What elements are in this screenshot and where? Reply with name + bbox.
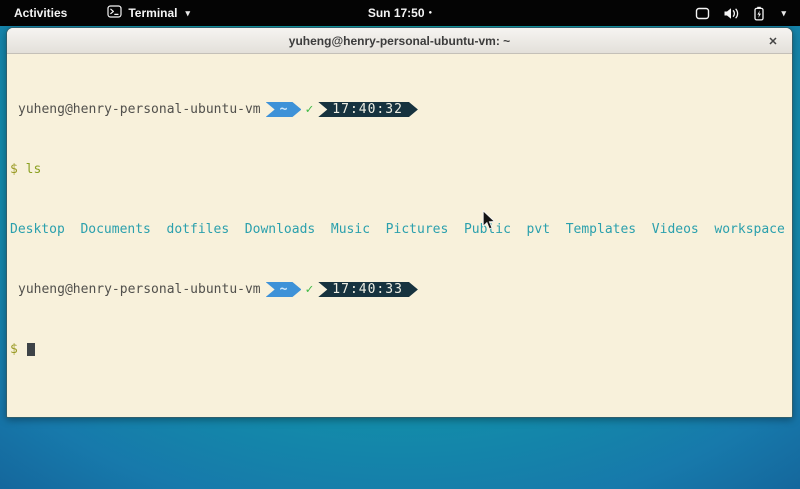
prompt-cwd-segment: ~: [266, 282, 302, 297]
ls-output: Desktop Documents dotfiles Downloads Mus…: [10, 222, 790, 237]
prompt-line: yuheng@henry-personal-ubuntu-vm ~ ✓ 17:4…: [10, 102, 790, 117]
chevron-down-icon: ▾: [781, 8, 786, 19]
prompt-userhost: yuheng@henry-personal-ubuntu-vm: [18, 282, 261, 297]
close-button[interactable]: ✕: [764, 28, 782, 54]
app-menu-button[interactable]: Terminal ▾: [107, 0, 190, 26]
top-bar-left: Activities Terminal ▾: [0, 0, 190, 26]
volume-icon: [723, 7, 739, 20]
text-cursor: [27, 343, 35, 356]
typed-command: ls: [26, 162, 42, 177]
prompt-symbol: $: [10, 162, 18, 177]
desktop: { "topbar": { "activities_label": "Activ…: [0, 0, 800, 489]
prompt-time-segment: 17:40:32: [318, 102, 418, 117]
terminal-content[interactable]: yuheng@henry-personal-ubuntu-vm ~ ✓ 17:4…: [7, 54, 792, 418]
check-icon: ✓: [305, 282, 313, 297]
notification-dot-icon: ●: [429, 10, 433, 16]
display-icon: [695, 7, 710, 20]
top-bar: Activities Terminal ▾ Sun 17:50 ●: [0, 0, 800, 26]
window-titlebar[interactable]: yuheng@henry-personal-ubuntu-vm: ~ ✕: [7, 28, 792, 54]
chevron-down-icon: ▾: [185, 8, 190, 19]
prompt-time-segment: 17:40:33: [318, 282, 418, 297]
clock-button[interactable]: Sun 17:50 ●: [368, 6, 432, 20]
prompt-line: yuheng@henry-personal-ubuntu-vm ~ ✓ 17:4…: [10, 282, 790, 297]
window-title: yuheng@henry-personal-ubuntu-vm: ~: [289, 34, 510, 48]
terminal-window: yuheng@henry-personal-ubuntu-vm: ~ ✕ yuh…: [6, 27, 793, 418]
clock-label: Sun 17:50: [368, 6, 425, 20]
activities-button[interactable]: Activities: [0, 0, 81, 26]
prompt-symbol: $: [10, 342, 18, 357]
top-bar-right: ▾: [695, 0, 800, 26]
check-icon: ✓: [305, 102, 313, 117]
command-line: $ ls: [10, 162, 790, 177]
system-tray-button[interactable]: ▾: [695, 0, 786, 26]
app-menu-label: Terminal: [128, 6, 177, 20]
prompt-cwd-segment: ~: [266, 102, 302, 117]
terminal-icon: [107, 5, 122, 21]
prompt-userhost: yuheng@henry-personal-ubuntu-vm: [18, 102, 261, 117]
battery-charging-icon: [752, 6, 766, 21]
input-line: $: [10, 342, 790, 357]
